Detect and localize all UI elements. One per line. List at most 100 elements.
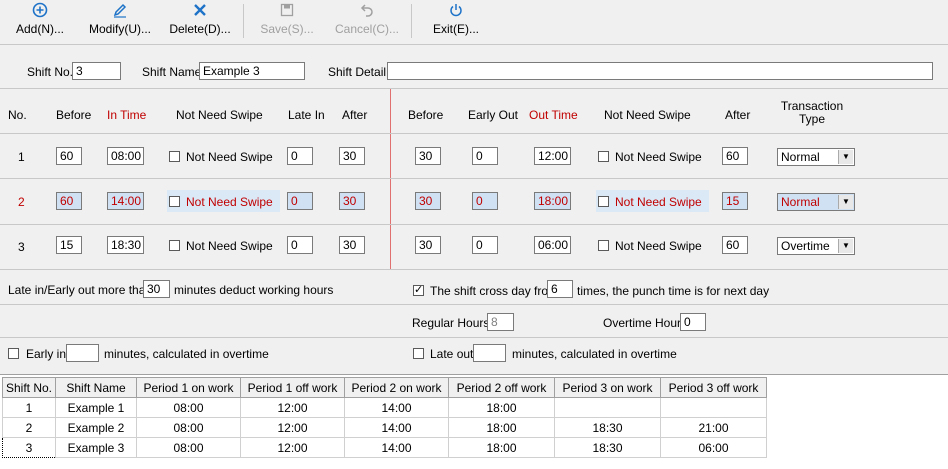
late-out-checkbox[interactable]	[413, 348, 424, 359]
close-x-icon	[166, 2, 234, 22]
not-need-swipe-checkbox[interactable]	[169, 151, 180, 162]
chevron-down-icon[interactable]: ▼	[838, 239, 853, 253]
not-need-swipe-out-label: Not Need Swipe	[615, 239, 702, 253]
grid-header[interactable]: Period 2 on work	[344, 377, 449, 398]
not-need-swipe-checkbox[interactable]	[169, 240, 180, 251]
early-in-label: Early in	[26, 347, 67, 361]
delete-button[interactable]: Delete(D)...	[166, 2, 234, 40]
save-button[interactable]: Save(S)...	[258, 2, 316, 40]
in-time-input[interactable]: 08:00	[107, 147, 144, 165]
transaction-type-value: Normal	[781, 195, 820, 209]
table-row[interactable]: 3 Example 3 08:00 12:00 14:00 18:00 18:3…	[2, 437, 767, 458]
table-cell: 18:30	[554, 437, 661, 458]
floppy-disk-icon	[258, 2, 316, 22]
options-divider	[0, 304, 948, 305]
late-out-input[interactable]	[473, 344, 506, 362]
early-out-input[interactable]: 0	[472, 236, 498, 254]
table-cell: 1	[2, 397, 56, 418]
add-button[interactable]: Add(N)...	[10, 2, 70, 40]
after-input[interactable]: 30	[339, 236, 365, 254]
table-cell: 21:00	[660, 417, 767, 438]
before-input[interactable]: 60	[56, 192, 82, 210]
late-in-input[interactable]: 0	[287, 147, 313, 165]
col-in-time: In Time	[107, 108, 147, 122]
in-time-input[interactable]: 18:30	[107, 236, 144, 254]
table-cell: 2	[2, 417, 56, 438]
not-need-swipe-out-checkbox[interactable]	[598, 151, 609, 162]
in-time-input[interactable]: 14:00	[107, 192, 144, 210]
late-in-input[interactable]: 0	[287, 192, 313, 210]
transaction-type-select[interactable]: Overtime ▼	[777, 237, 855, 255]
after-out-input[interactable]: 60	[722, 147, 748, 165]
before-input[interactable]: 15	[56, 236, 82, 254]
header-divider	[0, 88, 948, 89]
grid-header[interactable]: Shift Name	[55, 377, 137, 398]
not-need-swipe-out-label: Not Need Swipe	[615, 150, 702, 164]
not-need-swipe-out-checkbox[interactable]	[598, 196, 609, 207]
out-time-input[interactable]: 06:00	[534, 236, 571, 254]
cross-day-checkbox[interactable]	[413, 283, 424, 296]
col-after-out: After	[725, 108, 751, 122]
grid-header[interactable]: Period 1 off work	[240, 377, 345, 398]
grid-header[interactable]: Period 3 on work	[554, 377, 661, 398]
after-out-input[interactable]: 15	[722, 192, 748, 210]
overtime-hours-label: Overtime Hours	[603, 316, 688, 330]
table-cell	[660, 397, 767, 418]
grid-header[interactable]: Period 3 off work	[660, 377, 767, 398]
shift-detail-input[interactable]	[387, 62, 933, 80]
grid-header[interactable]: Period 1 on work	[136, 377, 241, 398]
after-input[interactable]: 30	[339, 192, 365, 210]
shift-no-input[interactable]: 3	[72, 62, 121, 80]
before-input[interactable]: 60	[56, 147, 82, 165]
table-cell: 3	[2, 437, 56, 458]
table-cell: 08:00	[136, 437, 241, 458]
table-row[interactable]: 2 Example 2 08:00 12:00 14:00 18:00 18:3…	[2, 417, 767, 438]
late-early-input[interactable]: 30	[143, 280, 170, 298]
save-label: Save(S)...	[260, 22, 314, 36]
not-need-swipe-out-label: Not Need Swipe	[615, 195, 702, 209]
shift-name-label: Shift Name	[142, 65, 202, 79]
modify-button[interactable]: Modify(U)...	[84, 2, 156, 40]
exit-button[interactable]: Exit(E)...	[428, 2, 484, 40]
grid-header[interactable]: Period 2 off work	[448, 377, 555, 398]
table-cell: 06:00	[660, 437, 767, 458]
exit-label: Exit(E)...	[432, 22, 479, 36]
toolbar-separator	[243, 4, 244, 38]
early-out-input[interactable]: 0	[472, 192, 498, 210]
after-out-input[interactable]: 60	[722, 236, 748, 254]
grid-header[interactable]: Shift No.	[2, 377, 56, 398]
toolbar-divider	[0, 44, 948, 45]
overtime-hours-input[interactable]: 0	[680, 313, 706, 331]
plus-circle-icon	[10, 2, 70, 22]
table-row[interactable]: 1 Example 1 08:00 12:00 14:00 18:00	[2, 397, 767, 418]
table-cell	[554, 397, 661, 418]
shift-name-input[interactable]: Example 3	[199, 62, 305, 80]
after-input[interactable]: 30	[339, 147, 365, 165]
transaction-type-select[interactable]: Normal ▼	[777, 193, 855, 211]
before-out-input[interactable]: 30	[415, 236, 441, 254]
chevron-down-icon[interactable]: ▼	[838, 195, 853, 209]
pencil-icon	[84, 2, 156, 22]
before-out-input[interactable]: 30	[415, 192, 441, 210]
table-cell: 12:00	[240, 437, 345, 458]
late-in-input[interactable]: 0	[287, 236, 313, 254]
early-out-input[interactable]: 0	[472, 147, 498, 165]
cancel-button[interactable]: Cancel(C)...	[332, 2, 402, 40]
cancel-label: Cancel(C)...	[334, 22, 399, 36]
regular-hours-input[interactable]: 8	[487, 313, 514, 331]
early-in-input[interactable]	[66, 344, 99, 362]
early-in-checkbox[interactable]	[8, 348, 19, 359]
not-need-swipe-checkbox[interactable]	[169, 196, 180, 207]
before-out-input[interactable]: 30	[415, 147, 441, 165]
table-cell: 18:00	[448, 397, 555, 418]
transaction-type-value: Overtime	[781, 239, 830, 253]
table-cell: 14:00	[344, 417, 449, 438]
chevron-down-icon[interactable]: ▼	[838, 150, 853, 164]
col-late-in: Late In	[288, 108, 325, 122]
out-time-input[interactable]: 12:00	[534, 147, 571, 165]
transaction-type-select[interactable]: Normal ▼	[777, 148, 855, 166]
cross-day-input[interactable]: 6	[547, 280, 573, 298]
out-time-input[interactable]: 18:00	[534, 192, 571, 210]
not-need-swipe-out-checkbox[interactable]	[598, 240, 609, 251]
in-out-divider	[390, 89, 391, 269]
